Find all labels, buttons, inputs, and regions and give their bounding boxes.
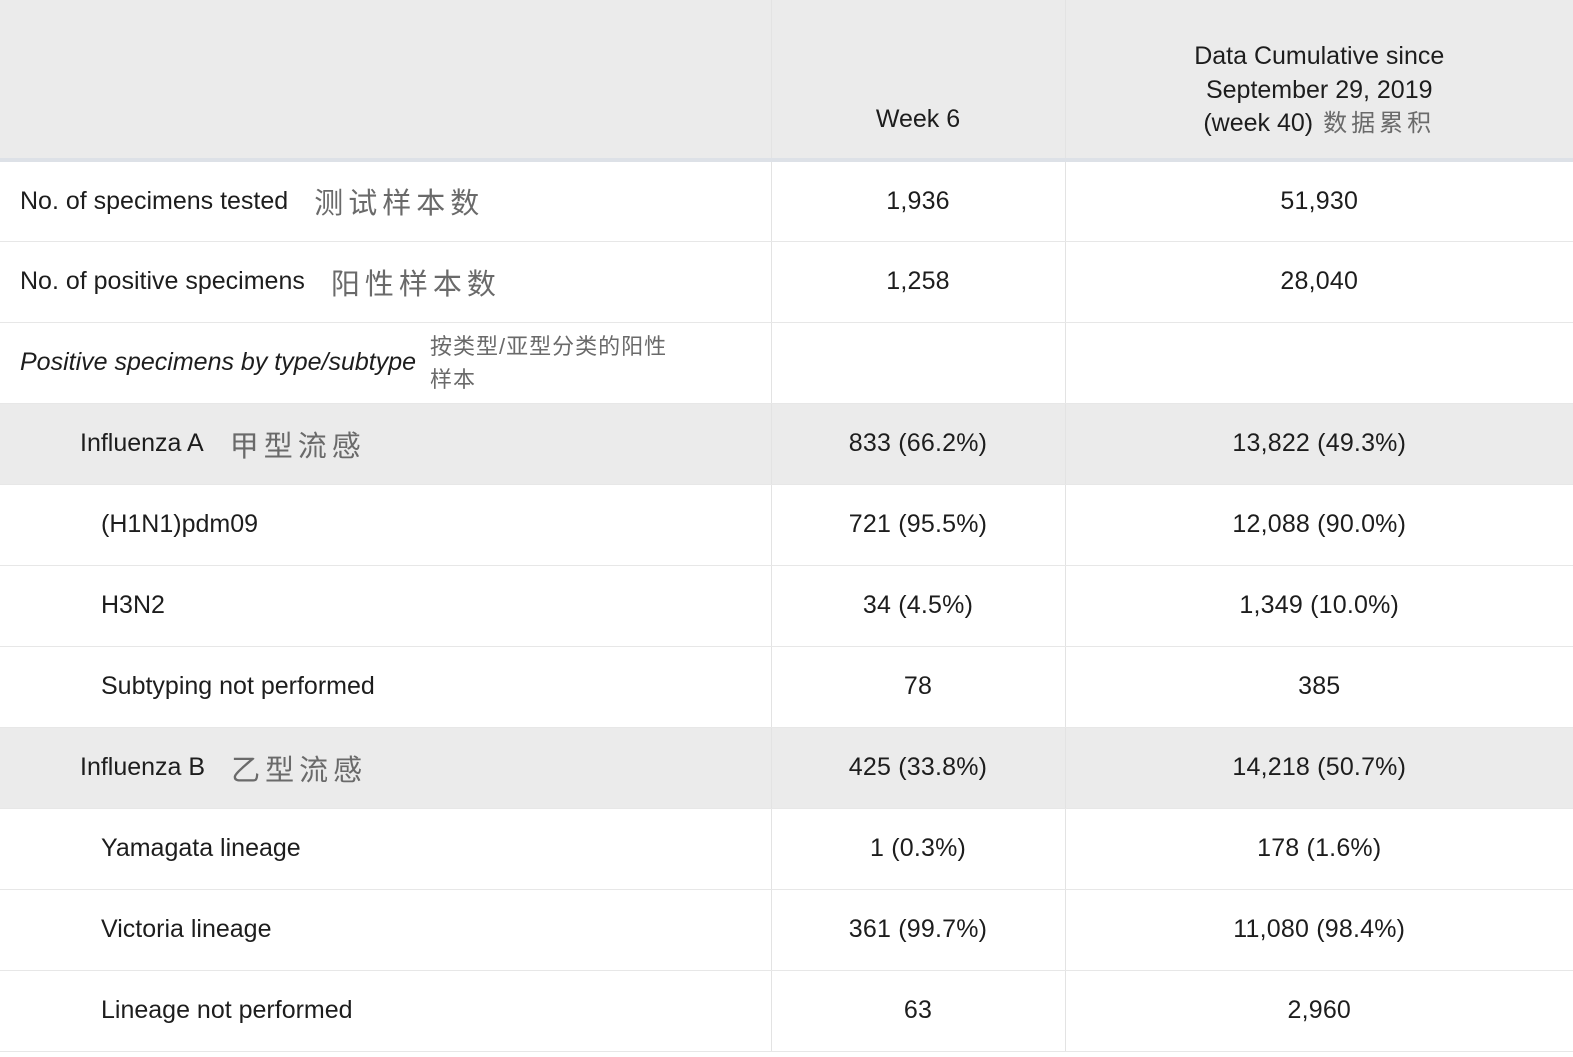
header-cumulative-line1: Data Cumulative since bbox=[1194, 42, 1445, 71]
row-label-zh: 甲型流感 bbox=[229, 430, 366, 463]
table-row: Yamagata lineage 1 (0.3%) 178 (1.6%) bbox=[0, 808, 1573, 890]
row-value-week bbox=[771, 322, 1066, 404]
row-label-cell: Influenza B 乙型流感 bbox=[0, 727, 772, 809]
row-label-wrap: No. of specimens tested 测试样本数 bbox=[0, 180, 757, 222]
row-label-en: H3N2 bbox=[101, 591, 165, 619]
header-cumulative-line3-wrap: (week 40) 数据累积 bbox=[1080, 107, 1560, 140]
header-week-cell: Week 6 bbox=[771, 0, 1066, 162]
row-label-en: Influenza B bbox=[80, 753, 206, 781]
row-value-week: 34 (4.5%) bbox=[771, 565, 1066, 647]
table-row: Positive specimens by type/subtype 按类型/亚型… bbox=[0, 322, 1573, 404]
table-row: Victoria lineage 361 (99.7%) 11,080 (98.4%… bbox=[0, 889, 1573, 971]
row-label-wrap: Influenza B 乙型流感 bbox=[0, 747, 757, 789]
row-value-cumulative bbox=[1065, 322, 1573, 404]
row-value-cumulative: 2,960 bbox=[1065, 970, 1573, 1052]
row-label-cell: Lineage not performed bbox=[0, 970, 772, 1052]
row-value-cumulative: 13,822 (49.3%) bbox=[1065, 403, 1573, 485]
row-value-cumulative: 1,349 (10.0%) bbox=[1065, 565, 1573, 647]
row-value-week: 63 bbox=[771, 970, 1066, 1052]
row-label-en: Subtyping not performed bbox=[101, 672, 375, 700]
table-row: Influenza B 乙型流感 425 (33.8%) 14,218 (50.7%) bbox=[0, 727, 1573, 809]
table-row: No. of specimens tested 测试样本数 1,936 51,930 bbox=[0, 160, 1573, 242]
row-label-wrap: Victoria lineage bbox=[0, 915, 757, 944]
row-value-cumulative: 385 bbox=[1065, 646, 1573, 728]
row-label-cell: Yamagata lineage bbox=[0, 808, 772, 890]
header-row: Week 6 Data Cumulative since September 2… bbox=[0, 0, 1573, 162]
table-row: Subtyping not performed 78 385 bbox=[0, 646, 1573, 728]
row-value-week: 1 (0.3%) bbox=[771, 808, 1066, 890]
row-label-en: No. of positive specimens bbox=[20, 267, 305, 295]
row-label-en: Positive specimens by type/subtype bbox=[20, 348, 417, 376]
row-value-week: 721 (95.5%) bbox=[771, 484, 1066, 566]
header-blank-cell bbox=[0, 0, 772, 162]
row-label-wrap: Lineage not performed bbox=[0, 996, 757, 1025]
row-label-en: Victoria lineage bbox=[101, 915, 272, 943]
table-header: Week 6 Data Cumulative since September 2… bbox=[0, 0, 1573, 162]
row-value-week: 1,258 bbox=[771, 241, 1066, 323]
row-label-cell: (H1N1)pdm09 bbox=[0, 484, 772, 566]
row-value-week: 78 bbox=[771, 646, 1066, 728]
row-label-wrap: Influenza A 甲型流感 bbox=[0, 423, 757, 465]
table-row: H3N2 34 (4.5%) 1,349 (10.0%) bbox=[0, 565, 1573, 647]
row-value-cumulative: 11,080 (98.4%) bbox=[1065, 889, 1573, 971]
row-label-cell: Victoria lineage bbox=[0, 889, 772, 971]
row-label-zh: 按类型/亚型分类的阳性样本 bbox=[430, 333, 668, 392]
header-cumulative-zh: 数据累积 bbox=[1323, 109, 1436, 137]
row-label-zh: 测试样本数 bbox=[314, 188, 485, 221]
row-label-cell: No. of specimens tested 测试样本数 bbox=[0, 160, 772, 242]
row-label-cell: H3N2 bbox=[0, 565, 772, 647]
row-label-zh: 乙型流感 bbox=[231, 754, 368, 787]
row-value-cumulative: 51,930 bbox=[1065, 160, 1573, 242]
row-label-cell: Positive specimens by type/subtype 按类型/亚型… bbox=[0, 322, 772, 404]
row-label-cell: Subtyping not performed bbox=[0, 646, 772, 728]
row-label-en: Yamagata lineage bbox=[101, 834, 301, 862]
row-label-cell: No. of positive specimens 阳性样本数 bbox=[0, 241, 772, 323]
row-label-en: Influenza A bbox=[80, 429, 204, 457]
row-value-cumulative: 12,088 (90.0%) bbox=[1065, 484, 1573, 566]
table-row: Influenza A 甲型流感 833 (66.2%) 13,822 (49.3%) bbox=[0, 403, 1573, 485]
row-label-wrap: No. of positive specimens 阳性样本数 bbox=[0, 261, 757, 303]
row-label-wrap: H3N2 bbox=[0, 591, 757, 620]
header-cumulative-line2: September 29, 2019 bbox=[1205, 75, 1433, 104]
table-row: No. of positive specimens 阳性样本数 1,258 28,04… bbox=[0, 241, 1573, 323]
row-label-en: No. of specimens tested bbox=[20, 186, 289, 215]
row-label-wrap: Yamagata lineage bbox=[0, 834, 757, 863]
row-label-cell: Influenza A 甲型流感 bbox=[0, 403, 772, 485]
row-value-cumulative: 14,218 (50.7%) bbox=[1065, 727, 1573, 809]
row-value-cumulative: 28,040 bbox=[1065, 241, 1573, 323]
row-value-cumulative: 178 (1.6%) bbox=[1065, 808, 1573, 890]
influenza-surveillance-table: Week 6 Data Cumulative since September 2… bbox=[0, 0, 1573, 1052]
header-cumulative-week40: (week 40) bbox=[1203, 108, 1314, 137]
table-row: Lineage not performed 63 2,960 bbox=[0, 970, 1573, 1052]
row-value-week: 1,936 bbox=[771, 160, 1066, 242]
header-cumulative-cell: Data Cumulative since September 29, 2019… bbox=[1065, 0, 1573, 162]
row-label-wrap: Subtyping not performed bbox=[0, 672, 757, 701]
row-label-wrap: Positive specimens by type/subtype 按类型/亚型… bbox=[0, 330, 757, 396]
table-body: No. of specimens tested 测试样本数 1,936 51,930 N… bbox=[0, 160, 1573, 1052]
row-label-en: Lineage not performed bbox=[101, 996, 353, 1024]
row-value-week: 425 (33.8%) bbox=[771, 727, 1066, 809]
row-label-wrap: (H1N1)pdm09 bbox=[0, 510, 757, 539]
row-value-week: 361 (99.7%) bbox=[771, 889, 1066, 971]
row-label-zh: 阳性样本数 bbox=[330, 268, 501, 301]
table-row: (H1N1)pdm09 721 (95.5%) 12,088 (90.0%) bbox=[0, 484, 1573, 566]
row-label-en: (H1N1)pdm09 bbox=[101, 510, 259, 538]
row-value-week: 833 (66.2%) bbox=[771, 403, 1066, 485]
